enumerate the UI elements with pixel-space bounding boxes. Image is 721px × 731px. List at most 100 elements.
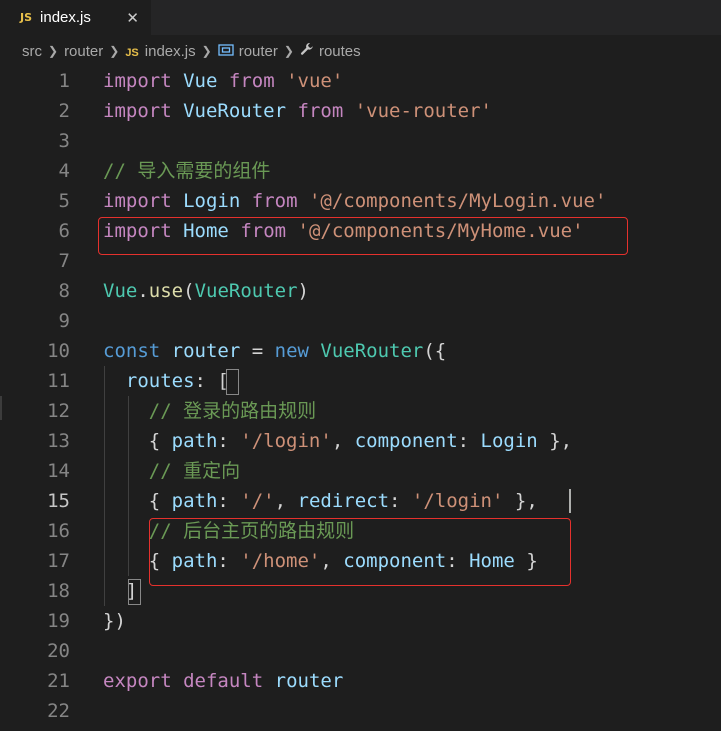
- code-token: VueRouter: [183, 100, 287, 122]
- code-token: {: [103, 430, 172, 452]
- code-token: // 重定向: [148, 460, 241, 482]
- highlight-box: [98, 217, 628, 255]
- code-text: { path: '/', redirect: '/login' },: [103, 486, 538, 516]
- code-line[interactable]: 22: [0, 696, 721, 726]
- breadcrumb-item-router-variable[interactable]: router: [218, 43, 278, 60]
- line-number: 4: [58, 160, 70, 182]
- code-text: }): [103, 606, 126, 636]
- line-number: 14: [47, 460, 70, 482]
- code-text: // 导入需要的组件: [103, 156, 270, 186]
- code-line[interactable]: 2 import VueRouter from 'vue-router': [0, 96, 721, 126]
- code-token: ,: [274, 490, 298, 512]
- text-cursor: [569, 489, 571, 513]
- code-token: (: [183, 280, 195, 302]
- line-number: 9: [58, 310, 70, 332]
- code-line[interactable]: 3: [0, 126, 721, 156]
- line-number: 6: [58, 220, 70, 242]
- breadcrumb-item-routes[interactable]: routes: [300, 42, 361, 60]
- code-token: {: [103, 490, 172, 512]
- code-token: component: [354, 430, 458, 452]
- code-token: router: [274, 670, 344, 692]
- line-number: 18: [47, 580, 70, 602]
- code-token: :: [457, 430, 481, 452]
- code-token: new: [274, 340, 309, 362]
- javascript-file-icon: JS: [125, 46, 139, 59]
- code-token: :: [389, 490, 412, 512]
- code-token: VueRouter: [320, 340, 424, 362]
- code-line[interactable]: 12 // 登录的路由规则: [0, 396, 721, 426]
- code-line[interactable]: 11 routes: [: [0, 366, 721, 396]
- code-token: export: [103, 670, 172, 692]
- code-line[interactable]: 10 const router = new VueRouter({: [0, 336, 721, 366]
- code-line[interactable]: 15 { path: '/', redirect: '/login' },: [0, 486, 721, 516]
- line-number: 1: [58, 70, 70, 92]
- code-token: path: [171, 430, 218, 452]
- code-token: import: [103, 190, 172, 212]
- breadcrumb-item-file[interactable]: JS index.js: [125, 43, 195, 60]
- code-token: use: [148, 280, 184, 302]
- line-number: 13: [47, 430, 70, 452]
- code-editor[interactable]: 22 21 export default router 20 19}) 18 ] 17 { …: [0, 66, 721, 731]
- line-number: 17: [47, 550, 70, 572]
- code-text: export default router: [103, 666, 343, 696]
- code-line[interactable]: 5 import Login from '@/components/MyLogin…: [0, 186, 721, 216]
- chevron-right-icon: ❯: [48, 44, 59, 58]
- code-line[interactable]: 19}): [0, 606, 721, 636]
- code-line[interactable]: 14 // 重定向: [0, 456, 721, 486]
- code-text: // 重定向: [103, 456, 240, 486]
- code-line[interactable]: 9: [0, 306, 721, 336]
- breadcrumb: src ❯ router ❯ JS index.js ❯ router ❯ rou…: [0, 35, 721, 67]
- code-line[interactable]: 20: [0, 636, 721, 666]
- code-token: Vue: [183, 70, 218, 92]
- code-token: :: [217, 430, 241, 452]
- chevron-right-icon: ❯: [201, 44, 212, 58]
- bracket-match: [128, 579, 141, 605]
- line-number: 11: [47, 370, 70, 392]
- line-number: 2: [58, 100, 70, 122]
- code-token: routes: [125, 370, 195, 392]
- code-token: 'vue-router': [354, 100, 492, 122]
- code-token: import: [103, 70, 172, 92]
- code-line[interactable]: 1 import Vue from 'vue': [0, 66, 721, 96]
- line-number: 22: [47, 700, 70, 722]
- code-token: Login: [480, 430, 538, 452]
- code-token: router: [171, 340, 241, 362]
- code-token: :: [217, 490, 241, 512]
- code-token: VueRouter: [194, 280, 298, 302]
- code-text: import VueRouter from 'vue-router': [103, 96, 492, 126]
- code-line[interactable]: 13 { path: '/login', component: Login },: [0, 426, 721, 456]
- code-token: path: [171, 490, 218, 512]
- code-line[interactable]: 21 export default router: [0, 666, 721, 696]
- code-token: // 登录的路由规则: [148, 400, 317, 422]
- code-token: redirect: [297, 490, 390, 512]
- code-line[interactable]: 8 Vue.use(VueRouter): [0, 276, 721, 306]
- code-text: import Vue from 'vue': [103, 66, 343, 96]
- line-number: 16: [47, 520, 70, 542]
- tab-index-js[interactable]: JS index.js ✕: [0, 0, 151, 35]
- breadcrumb-item-router-folder[interactable]: router: [64, 43, 103, 60]
- line-number: 20: [47, 640, 70, 662]
- close-icon[interactable]: ✕: [126, 9, 139, 27]
- scrollbar-marker: [0, 396, 2, 420]
- code-token: '/': [240, 490, 275, 512]
- bracket-match: [226, 369, 239, 395]
- code-token: default: [183, 670, 264, 692]
- line-number: 8: [58, 280, 70, 302]
- breadcrumb-item-src[interactable]: src: [22, 43, 42, 60]
- code-token: },: [503, 490, 538, 512]
- code-text: import Login from '@/components/MyLogin.…: [103, 186, 606, 216]
- line-number: 7: [58, 250, 70, 272]
- code-line[interactable]: 4 // 导入需要的组件: [0, 156, 721, 186]
- line-number: 3: [58, 130, 70, 152]
